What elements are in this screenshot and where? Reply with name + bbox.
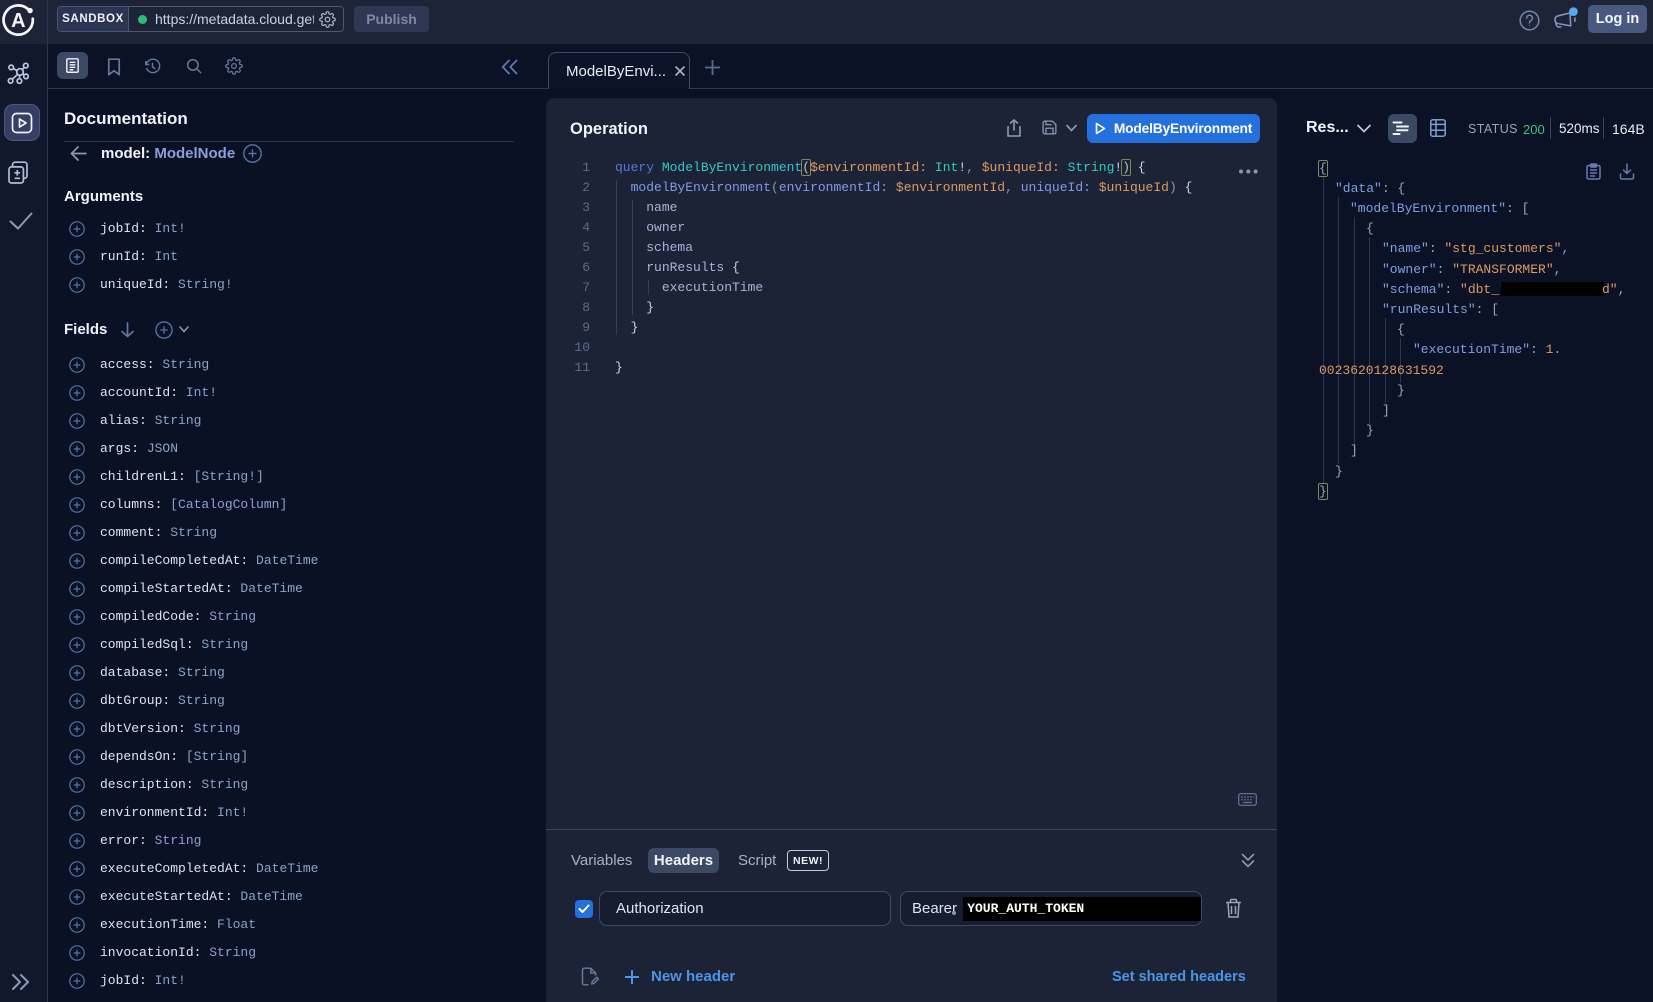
svg-text:A: A bbox=[11, 10, 25, 32]
